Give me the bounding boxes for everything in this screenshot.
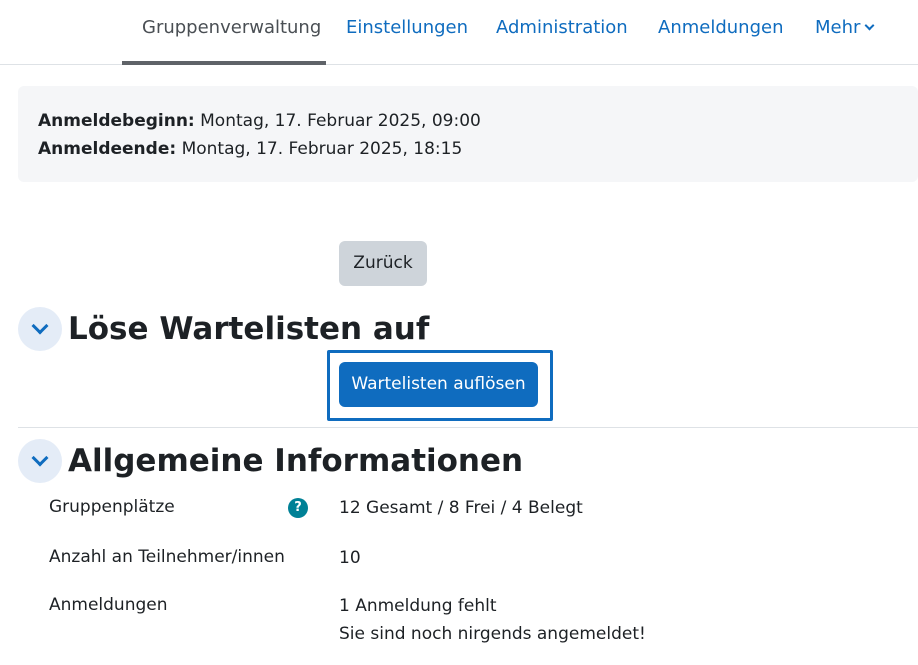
info-label-participants: Anzahl an Teilnehmer/innen bbox=[49, 547, 285, 567]
registration-start-value: Montag, 17. Februar 2025, 09:00 bbox=[200, 111, 481, 131]
tab-anmeldungen[interactable]: Anmeldungen bbox=[658, 0, 783, 65]
registration-dates-box: Anmeldebeginn: Montag, 17. Februar 2025,… bbox=[18, 86, 918, 182]
resolve-waitlists-button[interactable]: Wartelisten auflösen bbox=[339, 362, 538, 407]
waitlist-section-header[interactable]: Löse Wartelisten auf bbox=[18, 307, 429, 353]
info-value-participants: 10 bbox=[339, 548, 361, 568]
section-divider bbox=[18, 427, 918, 428]
tab-administration[interactable]: Administration bbox=[496, 0, 628, 65]
section-title-waitlist: Löse Wartelisten auf bbox=[68, 311, 430, 347]
info-label-registrations: Anmeldungen bbox=[49, 595, 168, 615]
tab-mehr[interactable]: Mehr bbox=[815, 0, 875, 65]
collapse-toggle[interactable] bbox=[18, 439, 62, 483]
active-tab-indicator bbox=[122, 61, 326, 65]
registration-end-value: Montag, 17. Februar 2025, 18:15 bbox=[181, 139, 463, 159]
info-value-registrations-note: Sie sind noch nirgends angemeldet! bbox=[339, 624, 646, 644]
tab-gruppenverwaltung[interactable]: Gruppenverwaltung bbox=[142, 0, 321, 65]
question-circle-icon[interactable]: ? bbox=[288, 498, 308, 518]
info-value-group-places: 12 Gesamt / 8 Frei / 4 Belegt bbox=[339, 498, 583, 518]
registration-end: Anmeldeende: Montag, 17. Februar 2025, 1… bbox=[38, 138, 462, 160]
info-label-group-places: Gruppenplätze bbox=[49, 497, 175, 517]
collapse-toggle[interactable] bbox=[18, 307, 62, 351]
general-info-section-header[interactable]: Allgemeine Informationen bbox=[18, 439, 523, 485]
info-value-registrations: 1 Anmeldung fehlt bbox=[339, 596, 497, 616]
chevron-down-icon bbox=[864, 20, 875, 31]
tab-einstellungen[interactable]: Einstellungen bbox=[346, 0, 468, 65]
registration-start-label: Anmeldebeginn: bbox=[38, 111, 195, 131]
section-title-general: Allgemeine Informationen bbox=[68, 443, 524, 479]
registration-start: Anmeldebeginn: Montag, 17. Februar 2025,… bbox=[38, 110, 481, 132]
secondary-navigation: Gruppenverwaltung Einstellungen Administ… bbox=[0, 0, 918, 65]
registration-end-label: Anmeldeende: bbox=[38, 139, 177, 159]
tab-mehr-label: Mehr bbox=[815, 17, 861, 38]
back-button[interactable]: Zurück bbox=[339, 241, 427, 286]
chevron-down-icon bbox=[31, 317, 49, 335]
chevron-down-icon bbox=[31, 449, 49, 467]
